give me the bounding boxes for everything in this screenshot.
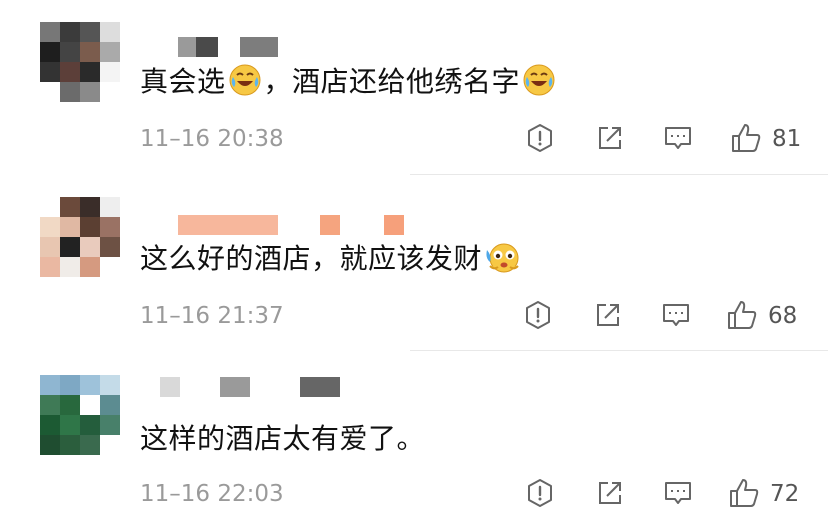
reply-button[interactable] — [660, 120, 696, 156]
comment-text: 这么好的酒店，就应该发财 — [140, 239, 526, 285]
thumbs-up-icon — [732, 124, 761, 152]
comment-item: 这样的酒店太有爱了。 11–16 22:03 72 — [0, 351, 828, 521]
like-count: 72 — [770, 481, 800, 507]
reply-button[interactable] — [658, 297, 694, 333]
external-share-icon — [597, 304, 619, 326]
comment-text: 这样的酒店太有爱了。 — [140, 422, 426, 455]
external-share-icon — [599, 482, 621, 504]
external-share-icon — [599, 127, 621, 149]
avatar[interactable] — [40, 22, 120, 102]
alert-circle-icon — [526, 301, 550, 329]
like-button[interactable] — [728, 120, 764, 156]
message-icon — [665, 127, 691, 149]
avatar[interactable] — [40, 375, 120, 455]
reply-button[interactable] — [660, 475, 696, 511]
alert-circle-icon — [528, 124, 552, 152]
like-button[interactable] — [724, 297, 760, 333]
username-blurred[interactable] — [178, 215, 418, 235]
surprised-emoji-icon — [484, 240, 524, 285]
username-blurred[interactable] — [178, 37, 298, 57]
username-blurred[interactable] — [160, 377, 360, 397]
report-button[interactable] — [522, 475, 558, 511]
like-button[interactable] — [726, 475, 762, 511]
comment-timestamp: 11–16 20:38 — [140, 126, 284, 152]
share-button[interactable] — [592, 475, 628, 511]
report-button[interactable] — [522, 120, 558, 156]
laugh-cry-emoji-icon — [522, 63, 556, 108]
laugh-cry-emoji-icon — [228, 63, 262, 108]
report-button[interactable] — [520, 297, 556, 333]
comment-timestamp: 11–16 21:37 — [140, 303, 284, 329]
thumbs-up-icon — [730, 479, 759, 507]
comment-timestamp: 11–16 22:03 — [140, 481, 284, 507]
avatar[interactable] — [40, 197, 120, 277]
share-button[interactable] — [590, 297, 626, 333]
thumbs-up-icon — [728, 301, 757, 329]
message-icon — [665, 482, 691, 504]
comment-item: 真会选 ，酒店还给他绣名字 11–16 20:38 81 — [0, 0, 828, 174]
like-count: 81 — [772, 126, 802, 152]
like-count: 68 — [768, 303, 798, 329]
comment-text: 真会选 ，酒店还给他绣名字 — [140, 62, 558, 108]
alert-circle-icon — [528, 479, 552, 507]
share-button[interactable] — [592, 120, 628, 156]
message-icon — [663, 304, 689, 326]
comment-item: 这么好的酒店，就应该发财 11–16 21:37 68 — [0, 175, 828, 349]
